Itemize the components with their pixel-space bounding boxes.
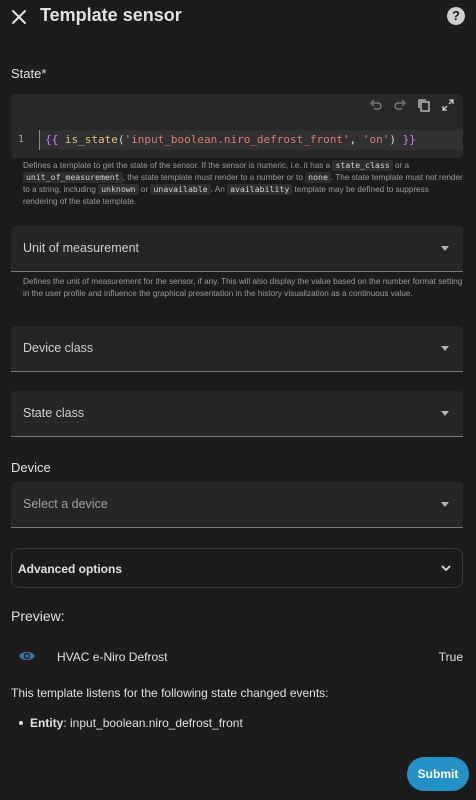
listen-description: This template listens for the following … — [11, 686, 329, 700]
preview-label: Preview: — [11, 608, 65, 624]
entity-key: Entity — [30, 716, 64, 730]
dropdown-caret-icon — [441, 346, 449, 351]
eye-icon — [19, 651, 35, 661]
code-paren-close: ) — [389, 133, 397, 146]
device-select[interactable]: Select a device — [11, 482, 463, 528]
copy-icon[interactable] — [417, 98, 431, 112]
device-class-select[interactable]: Device class — [11, 326, 463, 372]
code-chip-state-class: state_class — [332, 160, 393, 171]
editor-toolbar — [369, 98, 455, 116]
device-label: Device — [11, 460, 51, 475]
undo-icon[interactable] — [369, 98, 383, 112]
dropdown-caret-icon — [441, 502, 449, 507]
state-help-text: Defines a template to get the state of t… — [23, 160, 463, 206]
chevron-down-icon — [441, 565, 451, 572]
preview-entity-row[interactable]: HVAC e-Niro Defrost True — [11, 642, 463, 672]
fullscreen-icon[interactable] — [441, 98, 455, 112]
help-icon[interactable]: ? — [447, 7, 465, 25]
line-number: 1 — [18, 134, 25, 145]
unit-of-measurement-select[interactable]: Unit of measurement — [11, 226, 463, 272]
code-chip-unknown: unknown — [98, 184, 139, 195]
state-template-editor[interactable]: 1 {{ is_state('input_boolean.niro_defros… — [11, 94, 463, 158]
code-comma: , — [349, 133, 363, 146]
code-chip-none: none — [305, 172, 331, 183]
unit-help-text: Defines the unit of measurement for the … — [23, 277, 463, 298]
unit-of-measurement-label: Unit of measurement — [23, 241, 140, 255]
advanced-options-expander[interactable]: Advanced options — [11, 548, 463, 588]
preview-entity-name: HVAC e-Niro Defrost — [57, 650, 168, 664]
code-arg-entity: 'input_boolean.niro_defrost_front' — [124, 133, 350, 146]
code-chip-unit: unit_of_measurement — [23, 172, 123, 183]
code-arg-state: 'on' — [362, 133, 390, 146]
close-icon[interactable] — [10, 8, 28, 26]
redo-icon[interactable] — [393, 98, 407, 112]
advanced-options-label: Advanced options — [18, 562, 123, 576]
dropdown-caret-icon — [441, 246, 449, 251]
state-class-label: State class — [23, 406, 85, 420]
code-close-brace: }} — [402, 133, 416, 146]
code-function: is_state — [64, 133, 118, 146]
device-class-label: Device class — [23, 341, 94, 355]
code-chip-availability: availability — [227, 184, 293, 195]
template-code: {{ is_state('input_boolean.niro_defrost_… — [45, 133, 416, 146]
state-class-select[interactable]: State class — [11, 391, 463, 437]
listen-entity-item: Entity: input_boolean.niro_defrost_front — [19, 716, 243, 730]
submit-button[interactable]: Submit — [407, 757, 469, 791]
entity-id: : input_boolean.niro_defrost_front — [63, 716, 243, 730]
dialog-header: Template sensor ? — [0, 0, 476, 34]
state-label: State* — [11, 66, 47, 81]
device-placeholder: Select a device — [23, 497, 108, 511]
code-open-brace: {{ — [45, 133, 59, 146]
dialog-title: Template sensor — [40, 5, 182, 25]
dropdown-caret-icon — [441, 411, 449, 416]
code-line[interactable]: {{ is_state('input_boolean.niro_defrost_… — [39, 130, 463, 150]
code-chip-unavailable: unavailable — [150, 184, 211, 195]
preview-entity-state: True — [438, 650, 463, 664]
